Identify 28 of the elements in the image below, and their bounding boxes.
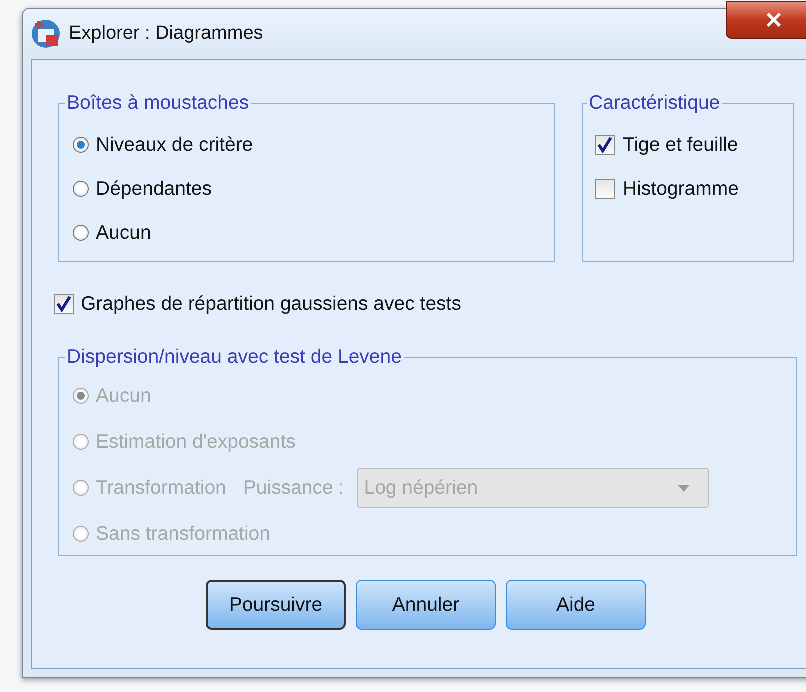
close-icon [766, 13, 782, 27]
dropdown-arrow-icon [678, 484, 690, 492]
power-label: Puissance : [243, 476, 344, 500]
option-label: Niveaux de critère [96, 134, 254, 156]
option-label: Dépendantes [96, 178, 212, 200]
dialog-button[interactable]: Aide [506, 580, 646, 630]
option-label: Aucun [96, 384, 152, 408]
radio-button[interactable] [73, 137, 89, 153]
checkbox[interactable] [54, 294, 74, 314]
group-title: Boîtes à moustaches [66, 92, 250, 115]
radio-button[interactable] [73, 225, 89, 241]
dialog-button[interactable]: Annuler [356, 580, 496, 630]
close-button[interactable] [726, 1, 806, 39]
option-label: Estimation d'exposants [96, 430, 296, 454]
option-label: Tige et feuille [623, 134, 738, 156]
radio-button[interactable] [73, 181, 89, 197]
window-title: Explorer : Diagrammes [69, 23, 264, 45]
option-label: Histogramme [623, 178, 739, 200]
checkbox[interactable] [595, 135, 615, 155]
option-label: Graphes de répartition gaussiens avec tests [81, 292, 462, 316]
app-icon [31, 19, 61, 49]
checkbox[interactable] [595, 179, 615, 199]
dialog-button[interactable]: Poursuivre [206, 580, 346, 630]
option-label: Transformation [96, 476, 226, 500]
group-title: Dispersion/niveau avec test de Levene [66, 346, 403, 369]
option-label: Aucun [96, 222, 152, 244]
group-title: Caractéristique [588, 92, 722, 115]
option-label: Sans transformation [96, 522, 271, 546]
